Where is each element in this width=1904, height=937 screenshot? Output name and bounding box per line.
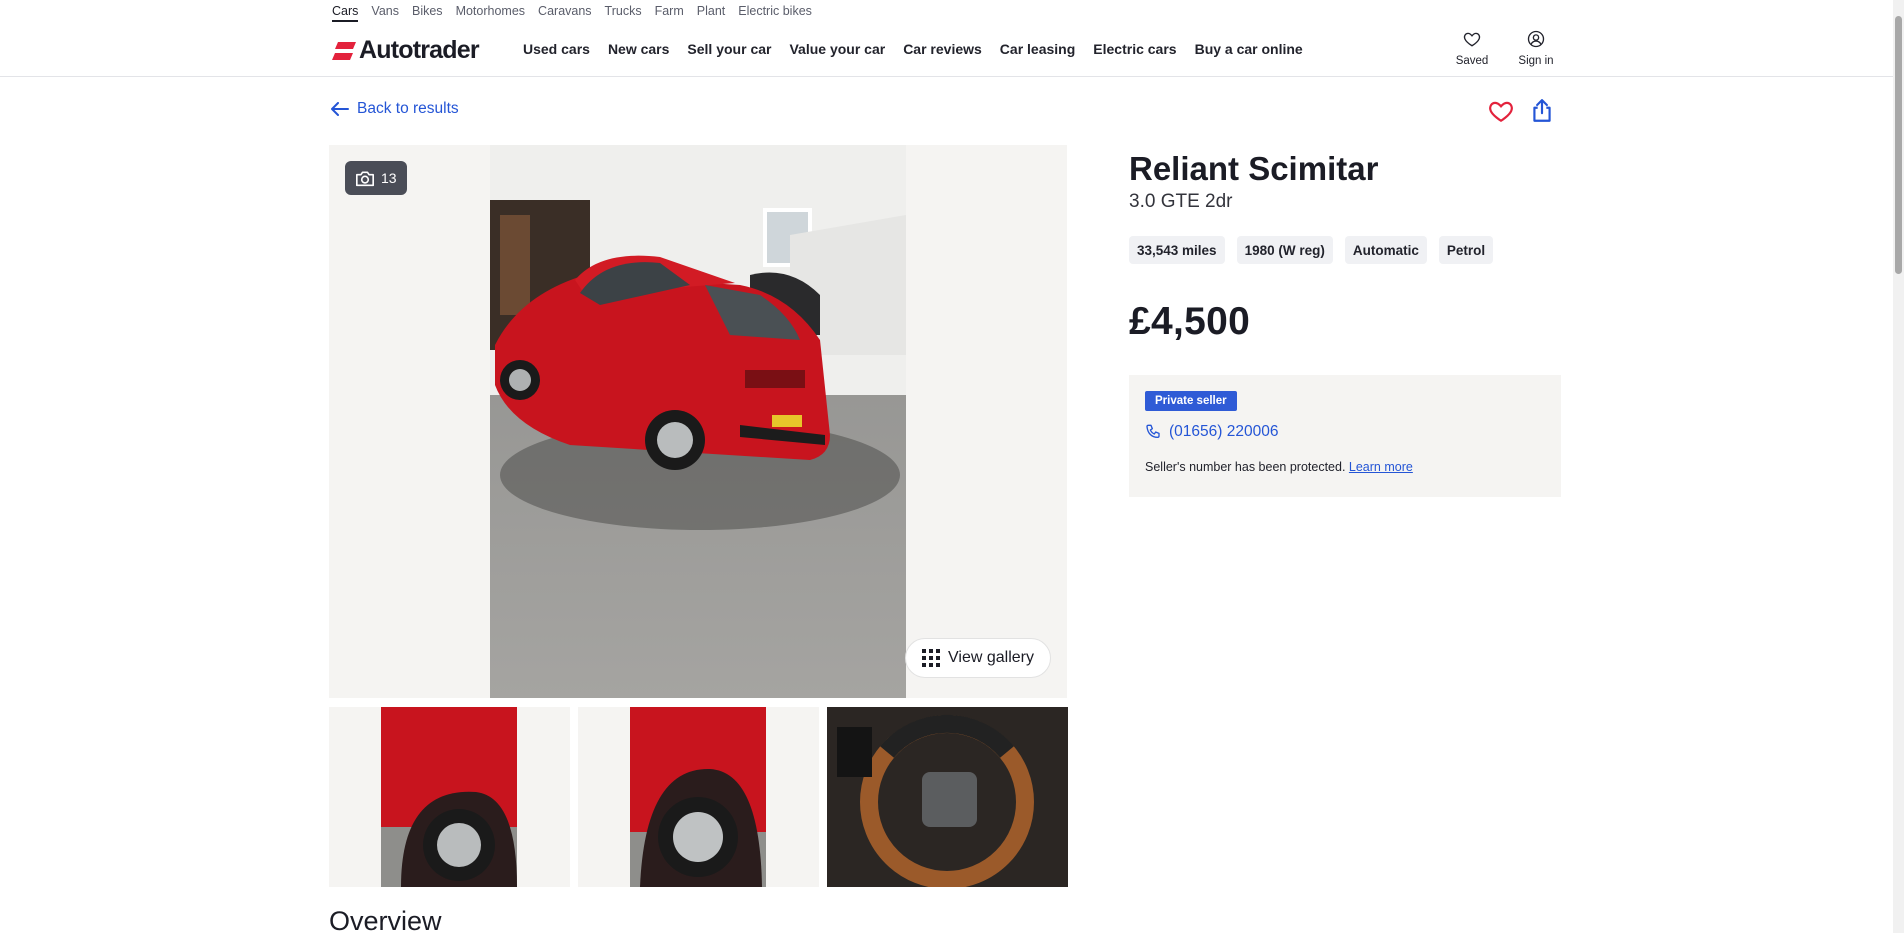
number-protected-note: Seller's number has been protected. Lear… <box>1145 460 1413 474</box>
spec-fuel: Petrol <box>1438 236 1494 264</box>
page-scrollbar[interactable] <box>1893 0 1904 933</box>
user-circle-icon <box>1527 30 1545 48</box>
spec-transmission: Automatic <box>1344 236 1427 264</box>
nav-car-reviews[interactable]: Car reviews <box>903 41 982 57</box>
autotrader-logo[interactable]: Autotrader <box>332 36 480 65</box>
heart-icon <box>1489 101 1513 123</box>
vehicle-type-plant[interactable]: Plant <box>697 0 726 22</box>
nav-buy-a-car-online[interactable]: Buy a car online <box>1195 41 1303 57</box>
camera-icon <box>356 171 374 187</box>
vehicle-type-farm[interactable]: Farm <box>655 0 684 22</box>
nav-car-leasing[interactable]: Car leasing <box>1000 41 1075 57</box>
thumbnail-2[interactable] <box>578 707 819 887</box>
key-specs: 33,543 miles 1980 (W reg) Automatic Petr… <box>1129 236 1505 264</box>
listing-title: Reliant Scimitar <box>1129 150 1379 187</box>
logo-text: Autotrader <box>359 36 480 64</box>
thumbnail-3[interactable] <box>827 707 1068 887</box>
main-nav: Used cars New cars Sell your car Value y… <box>523 22 1321 76</box>
scrollbar-thumb[interactable] <box>1895 16 1902 274</box>
thumbnail-1[interactable] <box>329 707 570 887</box>
number-protected-text: Seller's number has been protected. <box>1145 460 1346 474</box>
seller-phone-number: (01656) 220006 <box>1169 423 1279 440</box>
site-header: Autotrader Used cars New cars Sell your … <box>0 22 1893 77</box>
sign-in-button[interactable]: Sign in <box>1506 30 1566 67</box>
vehicle-type-caravans[interactable]: Caravans <box>538 0 592 22</box>
nav-new-cars[interactable]: New cars <box>608 41 669 57</box>
learn-more-link[interactable]: Learn more <box>1349 460 1413 474</box>
rear-wheel-photo-image <box>630 707 766 887</box>
saved-label: Saved <box>1455 55 1489 67</box>
private-seller-badge: Private seller <box>1145 391 1237 411</box>
arrow-left-icon <box>331 102 349 116</box>
overview-heading: Overview <box>329 906 442 936</box>
seller-panel: Private seller (01656) 220006 Seller's n… <box>1129 375 1561 497</box>
view-gallery-button[interactable]: View gallery <box>905 638 1051 678</box>
back-to-results-link[interactable]: Back to results <box>331 100 459 118</box>
share-button[interactable] <box>1529 98 1555 124</box>
nav-value-your-car[interactable]: Value your car <box>789 41 885 57</box>
grid-icon <box>922 649 941 667</box>
vehicle-type-bar: Cars Vans Bikes Motorhomes Caravans Truc… <box>332 0 825 22</box>
vehicle-type-bikes[interactable]: Bikes <box>412 0 443 22</box>
seller-phone-link[interactable]: (01656) 220006 <box>1145 423 1278 441</box>
photo-count-badge: 13 <box>345 161 407 195</box>
nav-sell-your-car[interactable]: Sell your car <box>687 41 771 57</box>
vehicle-type-vans[interactable]: Vans <box>371 0 399 22</box>
sign-in-label: Sign in <box>1518 55 1554 67</box>
autotrader-logo-mark-icon <box>332 41 356 60</box>
vehicle-type-trucks[interactable]: Trucks <box>605 0 642 22</box>
view-gallery-label: View gallery <box>948 649 1034 666</box>
vehicle-type-cars[interactable]: Cars <box>332 0 359 22</box>
nav-used-cars[interactable]: Used cars <box>523 41 590 57</box>
car-photo-image <box>490 145 906 698</box>
steering-wheel-photo-image <box>827 707 1068 887</box>
phone-icon <box>1146 424 1160 438</box>
vehicle-type-motorhomes[interactable]: Motorhomes <box>456 0 525 22</box>
listing-subtitle: 3.0 GTE 2dr <box>1129 191 1233 212</box>
spec-mileage: 33,543 miles <box>1129 236 1225 264</box>
wheel-arch-photo-image <box>381 707 517 887</box>
save-listing-button[interactable] <box>1488 98 1514 124</box>
heart-outline-icon <box>1463 32 1481 47</box>
listing-price: £4,500 <box>1129 300 1251 343</box>
vehicle-type-electric-bikes[interactable]: Electric bikes <box>738 0 812 22</box>
share-icon <box>1533 99 1551 122</box>
main-photo[interactable]: 13 View gallery <box>329 145 1067 698</box>
photo-count-value: 13 <box>381 170 397 186</box>
nav-electric-cars[interactable]: Electric cars <box>1093 41 1176 57</box>
spec-year: 1980 (W reg) <box>1236 236 1333 264</box>
saved-button[interactable]: Saved <box>1442 30 1502 67</box>
back-to-results-label: Back to results <box>357 100 459 117</box>
